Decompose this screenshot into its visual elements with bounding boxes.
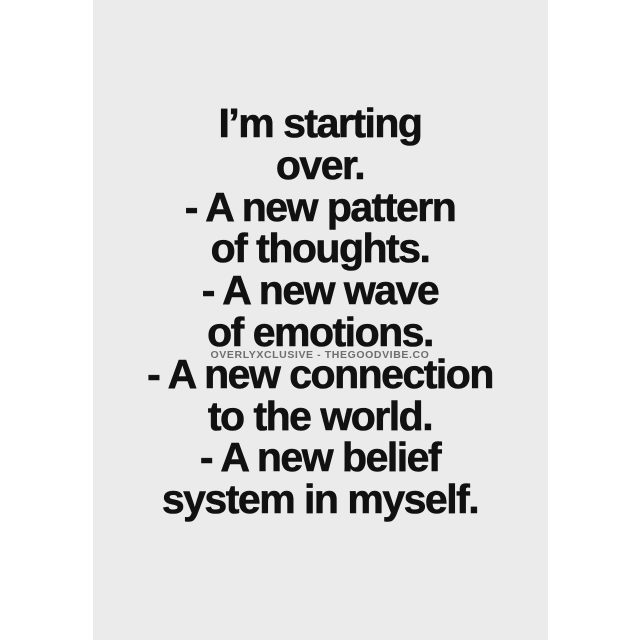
quote-text: I’m starting over. - A new pattern of th…: [0, 100, 640, 523]
quote-line-9: - A new belief: [199, 434, 442, 481]
quote-line-3: - A new pattern: [184, 183, 457, 230]
quote-line-1: I’m starting: [218, 100, 423, 146]
watermark-text: OVERLYXCLUSIVE - THEGOODVIBE.CO: [208, 349, 432, 361]
quote-line-4: of thoughts.: [210, 225, 431, 272]
quote-line-6: of emotions.: [207, 308, 435, 355]
quote-line-8: to the world.: [207, 392, 434, 439]
watermark: OVERLYXCLUSIVE - THEGOODVIBE.CO: [0, 349, 640, 361]
quote-line-10: system in myself.: [161, 476, 480, 523]
quote-line-5: - A new wave: [201, 267, 440, 314]
image-frame: I’m starting over. - A new pattern of th…: [0, 0, 640, 640]
quote-line-2: over.: [275, 141, 366, 188]
